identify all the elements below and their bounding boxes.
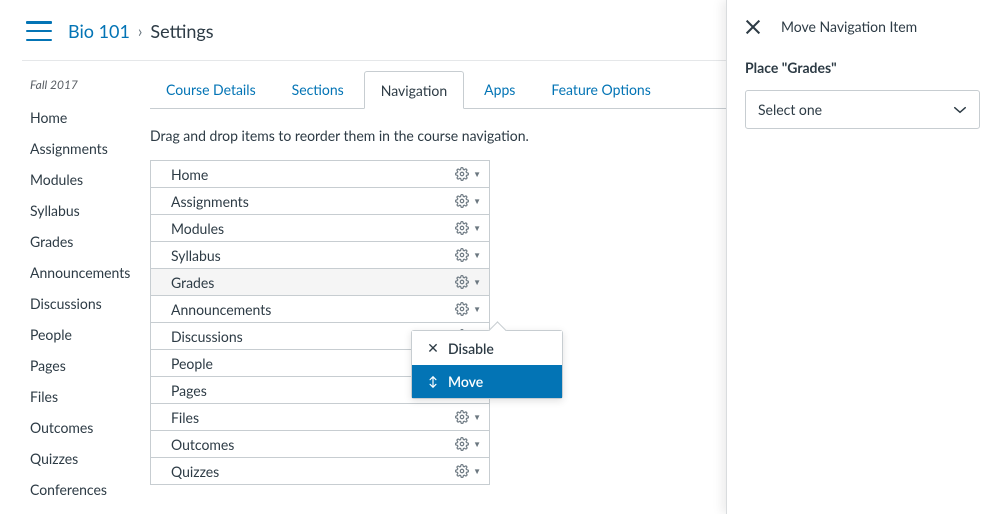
gear-icon[interactable] (455, 302, 469, 316)
term-label: Fall 2017 (30, 77, 138, 92)
gear-icon[interactable] (455, 410, 469, 424)
sidebar-item-pages[interactable]: Pages (30, 350, 138, 381)
caret-down-icon[interactable]: ▼ (473, 196, 481, 206)
menu-item-label: Disable (448, 340, 494, 357)
gear-icon[interactable] (455, 167, 469, 181)
sidebar-nav-list: Home Assignments Modules Syllabus Grades… (30, 102, 138, 505)
x-icon: ✕ (424, 339, 442, 357)
menu-item-disable[interactable]: ✕ Disable (412, 331, 562, 365)
nav-item-label: Modules (171, 220, 224, 237)
gear-icon[interactable] (455, 221, 469, 235)
caret-down-icon[interactable]: ▼ (473, 250, 481, 260)
caret-down-icon[interactable]: ▼ (473, 169, 481, 179)
tab-apps[interactable]: Apps (468, 71, 531, 108)
nav-item-label: Home (171, 166, 208, 183)
sidebar-item-modules[interactable]: Modules (30, 164, 138, 195)
nav-item[interactable]: Quizzes ▼ (151, 458, 489, 485)
nav-item[interactable]: Home ▼ (151, 161, 489, 188)
nav-item[interactable]: Assignments ▼ (151, 188, 489, 215)
breadcrumb-separator-icon: › (138, 22, 143, 41)
caret-down-icon[interactable]: ▼ (473, 304, 481, 314)
gear-icon[interactable] (455, 194, 469, 208)
nav-item-label: Pages (171, 382, 207, 399)
gear-icon[interactable] (455, 248, 469, 262)
nav-item[interactable]: Announcements ▼ (151, 296, 489, 323)
placement-select[interactable]: Select one (745, 90, 980, 129)
nav-item-label: Syllabus (171, 247, 221, 264)
nav-item[interactable]: Outcomes ▼ (151, 431, 489, 458)
nav-item-label: Grades (171, 274, 214, 291)
chevron-down-icon (953, 105, 967, 115)
navigation-items-list: Home ▼ Assignments ▼ Modules ▼ Syllabus … (150, 160, 490, 485)
sidebar-item-files[interactable]: Files (30, 381, 138, 412)
select-value: Select one (758, 101, 822, 118)
sidebar-item-syllabus[interactable]: Syllabus (30, 195, 138, 226)
move-icon (424, 375, 442, 389)
breadcrumb: Bio 101 › Settings (68, 20, 214, 42)
caret-down-icon[interactable]: ▼ (473, 277, 481, 287)
nav-item-label: Outcomes (171, 436, 234, 453)
nav-item-label: Quizzes (171, 463, 219, 480)
caret-down-icon[interactable]: ▼ (473, 439, 481, 449)
nav-item-label: Announcements (171, 301, 271, 318)
caret-down-icon[interactable]: ▼ (473, 466, 481, 476)
nav-item-label: Files (171, 409, 199, 426)
sidebar-item-quizzes[interactable]: Quizzes (30, 443, 138, 474)
caret-down-icon[interactable]: ▼ (473, 223, 481, 233)
sidebar-item-grades[interactable]: Grades (30, 226, 138, 257)
sidebar-item-assignments[interactable]: Assignments (30, 133, 138, 164)
panel-placement-label: Place "Grades" (745, 59, 980, 76)
sidebar-item-home[interactable]: Home (30, 102, 138, 133)
tab-navigation[interactable]: Navigation (364, 71, 464, 109)
gear-icon[interactable] (455, 275, 469, 289)
tab-sections[interactable]: Sections (276, 71, 360, 108)
nav-item[interactable]: Grades ▼ (151, 269, 489, 296)
menu-item-label: Move (448, 373, 483, 390)
nav-item-label: Discussions (171, 328, 243, 345)
nav-item[interactable]: Syllabus ▼ (151, 242, 489, 269)
close-icon[interactable] (745, 19, 761, 35)
gear-icon[interactable] (455, 464, 469, 478)
tab-course-details[interactable]: Course Details (150, 71, 272, 108)
panel-title: Move Navigation Item (781, 18, 917, 35)
menu-toggle-icon[interactable] (26, 21, 52, 41)
breadcrumb-current: Settings (150, 20, 213, 42)
menu-item-move[interactable]: Move (412, 365, 562, 398)
course-sidebar: Fall 2017 Home Assignments Modules Sylla… (0, 61, 150, 505)
nav-item[interactable]: Files ▼ (151, 404, 489, 431)
breadcrumb-course-link[interactable]: Bio 101 (68, 20, 130, 42)
sidebar-item-outcomes[interactable]: Outcomes (30, 412, 138, 443)
nav-item-context-menu: ✕ Disable Move (411, 330, 563, 399)
nav-item-label: People (171, 355, 213, 372)
tab-feature-options[interactable]: Feature Options (535, 71, 666, 108)
sidebar-item-announcements[interactable]: Announcements (30, 257, 138, 288)
sidebar-item-conferences[interactable]: Conferences (30, 474, 138, 505)
gear-icon[interactable] (455, 437, 469, 451)
move-item-panel: Move Navigation Item Place "Grades" Sele… (726, 0, 998, 514)
nav-item[interactable]: Modules ▼ (151, 215, 489, 242)
caret-down-icon[interactable]: ▼ (473, 412, 481, 422)
nav-item-label: Assignments (171, 193, 249, 210)
sidebar-item-people[interactable]: People (30, 319, 138, 350)
sidebar-item-discussions[interactable]: Discussions (30, 288, 138, 319)
